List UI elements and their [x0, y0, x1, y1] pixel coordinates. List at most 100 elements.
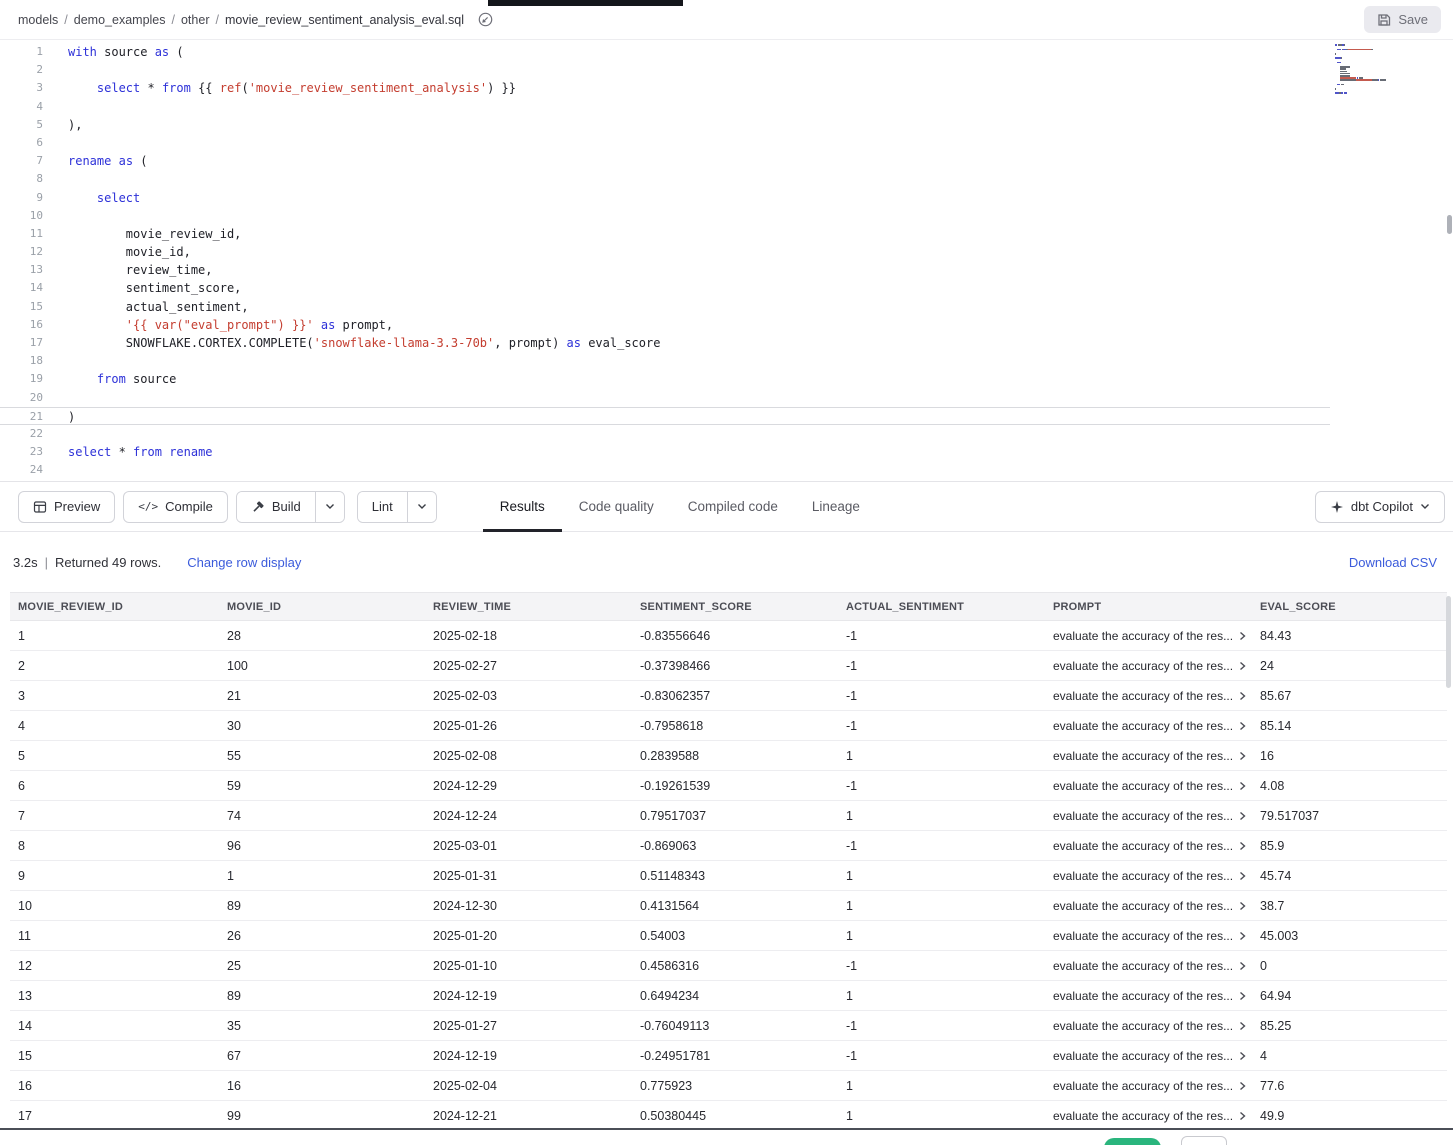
breadcrumb-item[interactable]: demo_examples — [74, 13, 166, 27]
bottom-panel-edge — [0, 1128, 1453, 1145]
breadcrumb-item[interactable]: other — [181, 13, 210, 27]
table-row[interactable]: 4302025-01-26-0.7958618-1evaluate the ac… — [10, 711, 1447, 741]
breadcrumb-item[interactable]: movie_review_sentiment_analysis_eval.sql — [225, 13, 464, 27]
table-cell-review_time: 2024-12-19 — [425, 1049, 632, 1063]
code-line-7[interactable]: 7rename as ( — [0, 152, 1453, 170]
expand-cell-icon[interactable] — [1237, 961, 1247, 971]
expand-cell-icon[interactable] — [1237, 1111, 1247, 1121]
code-line-13[interactable]: 13 review_time, — [0, 261, 1453, 279]
table-row[interactable]: 7742024-12-240.795170371evaluate the acc… — [10, 801, 1447, 831]
table-cell-prompt: evaluate the accuracy of the res... — [1045, 779, 1252, 793]
table-row[interactable]: 21002025-02-27-0.37398466-1evaluate the … — [10, 651, 1447, 681]
expand-cell-icon[interactable] — [1237, 811, 1247, 821]
code-editor[interactable]: 1with source as (23 select * from {{ ref… — [0, 40, 1453, 482]
preview-button[interactable]: Preview — [18, 491, 115, 523]
code-line-5[interactable]: 5), — [0, 116, 1453, 134]
tab-compiled-code[interactable]: Compiled code — [671, 482, 795, 532]
code-line-8[interactable]: 8 — [0, 170, 1453, 188]
code-line-21[interactable]: 21) — [0, 407, 1330, 425]
table-row[interactable]: 8962025-03-01-0.869063-1evaluate the acc… — [10, 831, 1447, 861]
table-row[interactable]: 13892024-12-190.64942341evaluate the acc… — [10, 981, 1447, 1011]
expand-cell-icon[interactable] — [1237, 871, 1247, 881]
table-cell-actual_sentiment: 1 — [838, 1079, 1045, 1093]
table-row[interactable]: 5552025-02-080.28395881evaluate the accu… — [10, 741, 1447, 771]
expand-cell-icon[interactable] — [1237, 751, 1247, 761]
prompt-text: evaluate the accuracy of the res... — [1053, 959, 1233, 973]
table-row[interactable]: 10892024-12-300.41315641evaluate the acc… — [10, 891, 1447, 921]
compile-button[interactable]: </> Compile — [123, 491, 228, 523]
table-row[interactable]: 15672024-12-19-0.24951781-1evaluate the … — [10, 1041, 1447, 1071]
table-scrollbar[interactable] — [1446, 596, 1451, 1124]
line-number: 9 — [0, 189, 43, 207]
code-line-15[interactable]: 15 actual_sentiment, — [0, 298, 1453, 316]
code-line-18[interactable]: 18 — [0, 352, 1453, 370]
code-line-2[interactable]: 2 — [0, 61, 1453, 79]
table-row[interactable]: 12252025-01-100.4586316-1evaluate the ac… — [10, 951, 1447, 981]
bottom-partial-primary-button[interactable] — [1104, 1138, 1161, 1145]
code-line-12[interactable]: 12 movie_id, — [0, 243, 1453, 261]
expand-cell-icon[interactable] — [1237, 991, 1247, 1001]
editor-minimap[interactable] — [1331, 42, 1443, 101]
expand-cell-icon[interactable] — [1237, 661, 1247, 671]
expand-cell-icon[interactable] — [1237, 1021, 1247, 1031]
code-line-24[interactable]: 24 — [0, 461, 1453, 479]
table-cell-review_time: 2025-02-03 — [425, 689, 632, 703]
edit-icon[interactable] — [478, 12, 493, 27]
code-line-25[interactable]: 25 — [0, 480, 1453, 483]
build-options-chevron[interactable] — [316, 492, 344, 522]
code-line-20[interactable]: 20 — [0, 389, 1453, 407]
code-line-4[interactable]: 4 — [0, 98, 1453, 116]
expand-cell-icon[interactable] — [1237, 781, 1247, 791]
table-cell-movie_review_id: 2 — [10, 659, 219, 673]
lint-button[interactable]: Lint — [358, 492, 407, 522]
lint-options-chevron[interactable] — [408, 492, 436, 522]
line-number: 21 — [0, 408, 43, 424]
editor-scrollbar-handle[interactable] — [1447, 215, 1452, 234]
expand-cell-icon[interactable] — [1237, 721, 1247, 731]
table-cell-sentiment_score: 0.54003 — [632, 929, 838, 943]
expand-cell-icon[interactable] — [1237, 1051, 1247, 1061]
code-line-11[interactable]: 11 movie_review_id, — [0, 225, 1453, 243]
code-line-9[interactable]: 9 select — [0, 189, 1453, 207]
bottom-partial-secondary-button[interactable] — [1181, 1136, 1227, 1145]
expand-cell-icon[interactable] — [1237, 631, 1247, 641]
code-line-1[interactable]: 1with source as ( — [0, 43, 1453, 61]
tab-lineage[interactable]: Lineage — [795, 482, 877, 532]
tab-code-quality[interactable]: Code quality — [562, 482, 671, 532]
table-cell-movie_id: 25 — [219, 959, 425, 973]
code-line-6[interactable]: 6 — [0, 134, 1453, 152]
editor-scrollbar[interactable] — [1447, 40, 1452, 481]
code-line-22[interactable]: 22 — [0, 425, 1453, 443]
dbt-copilot-button[interactable]: dbt Copilot — [1315, 491, 1445, 523]
table-cell-movie_id: 96 — [219, 839, 425, 853]
expand-cell-icon[interactable] — [1237, 691, 1247, 701]
expand-cell-icon[interactable] — [1237, 901, 1247, 911]
table-row[interactable]: 912025-01-310.511483431evaluate the accu… — [10, 861, 1447, 891]
table-row[interactable]: 17992024-12-210.503804451evaluate the ac… — [10, 1101, 1447, 1131]
code-line-16[interactable]: 16 '{{ var("eval_prompt") }}' as prompt, — [0, 316, 1453, 334]
expand-cell-icon[interactable] — [1237, 1081, 1247, 1091]
code-line-17[interactable]: 17 SNOWFLAKE.CORTEX.COMPLETE('snowflake-… — [0, 334, 1453, 352]
table-row[interactable]: 1282025-02-18-0.83556646-1evaluate the a… — [10, 621, 1447, 651]
table-row[interactable]: 11262025-01-200.540031evaluate the accur… — [10, 921, 1447, 951]
download-csv-link[interactable]: Download CSV — [1349, 555, 1437, 570]
expand-cell-icon[interactable] — [1237, 841, 1247, 851]
code-line-23[interactable]: 23select * from rename — [0, 443, 1453, 461]
tab-results[interactable]: Results — [483, 482, 562, 532]
table-scrollbar-handle[interactable] — [1446, 596, 1451, 688]
code-line-14[interactable]: 14 sentiment_score, — [0, 279, 1453, 297]
table-row[interactable]: 6592024-12-29-0.19261539-1evaluate the a… — [10, 771, 1447, 801]
code-line-10[interactable]: 10 — [0, 207, 1453, 225]
table-row[interactable]: 14352025-01-27-0.76049113-1evaluate the … — [10, 1011, 1447, 1041]
breadcrumb-item[interactable]: models — [18, 13, 58, 27]
expand-cell-icon[interactable] — [1237, 931, 1247, 941]
table-cell-movie_id: 16 — [219, 1079, 425, 1093]
table-row[interactable]: 3212025-02-03-0.83062357-1evaluate the a… — [10, 681, 1447, 711]
change-row-display-link[interactable]: Change row display — [187, 555, 301, 570]
table-row[interactable]: 16162025-02-040.7759231evaluate the accu… — [10, 1071, 1447, 1101]
code-line-3[interactable]: 3 select * from {{ ref('movie_review_sen… — [0, 79, 1453, 97]
build-button[interactable]: Build — [237, 492, 315, 522]
code-line-19[interactable]: 19 from source — [0, 370, 1453, 388]
save-button[interactable]: Save — [1364, 6, 1441, 33]
table-cell-eval_score: 38.7 — [1252, 899, 1447, 913]
